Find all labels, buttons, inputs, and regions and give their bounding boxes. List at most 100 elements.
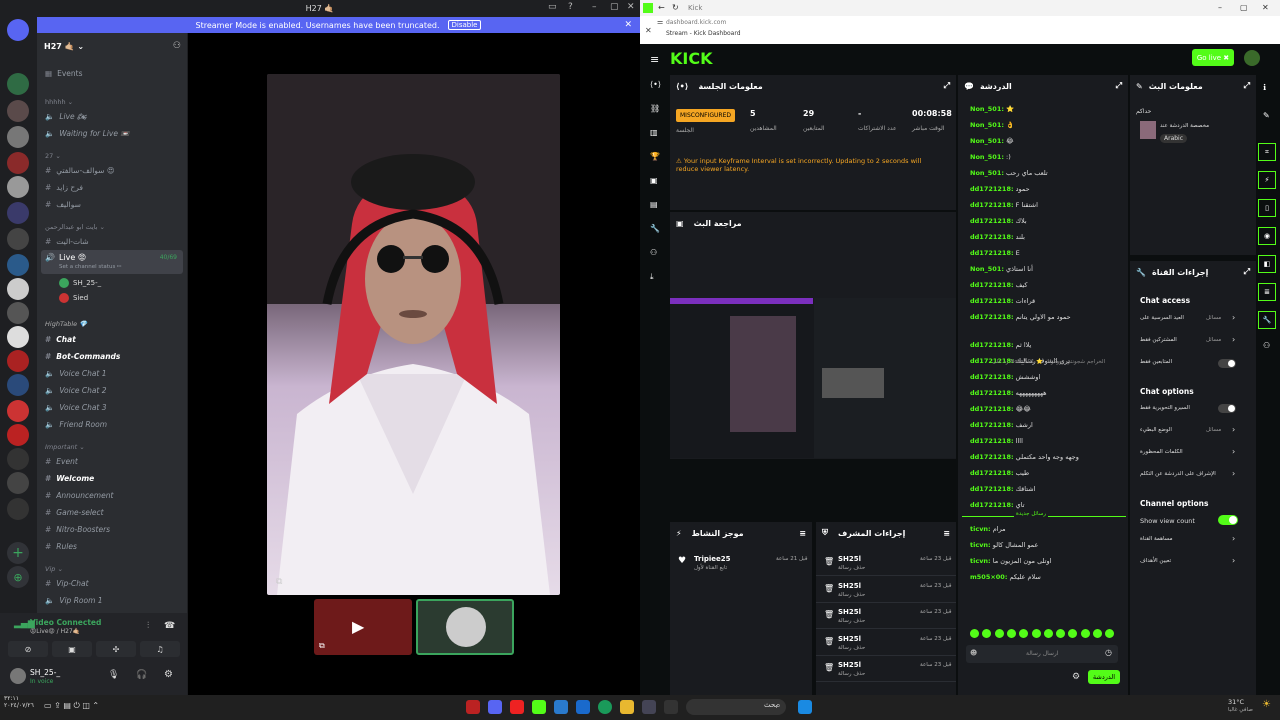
channel-item[interactable]: # Game-select bbox=[45, 508, 104, 517]
setting-row[interactable]: مساهمة القناة › bbox=[1130, 534, 1256, 550]
app-icon[interactable] bbox=[642, 700, 656, 714]
chat-message[interactable]: dd1721218: وجهه وجه واحد مكتملي bbox=[970, 453, 1079, 461]
wrench-icon[interactable]: 🔧 bbox=[1258, 311, 1276, 329]
maximize-icon[interactable]: ▢ bbox=[610, 2, 619, 12]
channel-item[interactable]: # سواليف bbox=[45, 200, 81, 209]
soundboard-button[interactable]: ♫ bbox=[140, 641, 180, 657]
server-icon[interactable] bbox=[7, 472, 29, 494]
close-tab-icon[interactable]: ✕ bbox=[645, 26, 652, 35]
category[interactable]: بايت ابو عبدالرحمن ⌄ bbox=[45, 223, 105, 231]
server-icon[interactable] bbox=[7, 424, 29, 446]
site-settings-icon[interactable]: ⚌ bbox=[657, 18, 663, 26]
users-icon[interactable]: ⚇ bbox=[650, 248, 657, 257]
server-icon[interactable] bbox=[7, 100, 29, 122]
qr-icon[interactable]: ⌗ bbox=[1258, 143, 1276, 161]
chat-icon[interactable]: ◉ bbox=[1258, 227, 1276, 245]
chat-message[interactable]: dd1721218: اشتاقك bbox=[970, 485, 1035, 493]
filter-icon[interactable]: ≡ bbox=[799, 529, 806, 538]
chat-message[interactable]: dd1721218: حمود bbox=[970, 185, 1030, 193]
minimize-icon[interactable]: – bbox=[592, 2, 597, 12]
chat-message[interactable]: dd1721218: بلند bbox=[970, 233, 1025, 241]
category[interactable]: HighTable 💎 bbox=[45, 320, 87, 328]
mod-action-row[interactable]: 🗑 SH25l حذف رسالة قبل 23 ساعة bbox=[816, 605, 956, 629]
channel-item[interactable]: # Bot-Commands bbox=[45, 352, 120, 361]
server-icon[interactable] bbox=[7, 374, 29, 396]
category[interactable]: Vip ⌄ bbox=[45, 565, 63, 573]
tab-title[interactable]: Kick bbox=[688, 4, 702, 12]
settings-icon[interactable]: ⚙ bbox=[164, 669, 173, 680]
chat-message[interactable]: Non_501: 👌 bbox=[970, 121, 1014, 129]
youtube-taskbar-icon[interactable] bbox=[510, 700, 524, 714]
channel-item[interactable]: 🔈 Voice Chat 2 bbox=[45, 386, 107, 395]
maximize-icon[interactable]: ▢ bbox=[1240, 3, 1248, 12]
server-icon[interactable] bbox=[7, 400, 29, 422]
show-view-count-toggle[interactable] bbox=[1218, 515, 1238, 525]
followers-only-toggle[interactable] bbox=[1218, 359, 1236, 368]
server-icon[interactable] bbox=[7, 254, 29, 276]
users-icon[interactable]: ⚇ bbox=[1263, 341, 1270, 350]
noise-suppression-icon[interactable]: ⫶ bbox=[147, 621, 149, 631]
timer-icon[interactable]: ◷ bbox=[1105, 648, 1112, 657]
emote-icon[interactable] bbox=[1105, 629, 1115, 638]
events-item[interactable]: ▦ Events bbox=[45, 69, 83, 78]
cc-icon[interactable]: ▣ bbox=[650, 176, 658, 185]
avatar[interactable] bbox=[10, 668, 26, 684]
go-live-button[interactable]: Go live ✖ bbox=[1192, 49, 1234, 66]
chat-message[interactable]: dd1721218: تاي bbox=[970, 501, 1025, 509]
emote-icon[interactable] bbox=[982, 629, 992, 638]
avatar[interactable] bbox=[1244, 50, 1260, 66]
server-icon[interactable] bbox=[7, 498, 29, 520]
store-taskbar-icon[interactable] bbox=[576, 700, 590, 714]
add-member-icon[interactable]: ⚇ bbox=[173, 41, 181, 51]
chat-message[interactable]: Non_501: 😂 bbox=[970, 137, 1014, 145]
server-icon[interactable] bbox=[7, 448, 29, 470]
chat-message[interactable]: dd1721218: طيب bbox=[970, 469, 1029, 477]
chat-message[interactable]: Non_501: تلعب ماي رحب bbox=[970, 169, 1048, 177]
mod-action-row[interactable]: 🗑 SH25l حذف رسالة قبل 23 ساعة bbox=[816, 658, 956, 682]
channel-item[interactable]: # فرح زايد bbox=[45, 183, 83, 192]
channel-status[interactable]: Set a channel status ✏ bbox=[59, 264, 122, 270]
channel-item[interactable]: 🔈 Friend Room bbox=[45, 420, 107, 429]
emoji-icon[interactable]: ☻ bbox=[970, 649, 977, 657]
help-icon[interactable]: ? bbox=[568, 2, 573, 12]
disable-button[interactable]: Disable bbox=[447, 20, 482, 30]
chat-message[interactable]: dd1721218: ارشف bbox=[970, 421, 1033, 429]
expand-icon[interactable]: ⤢ bbox=[1244, 267, 1250, 277]
user-tile[interactable] bbox=[416, 599, 514, 655]
kick-taskbar-icon[interactable] bbox=[532, 700, 546, 714]
channel-item[interactable]: # Nitro-Boosters bbox=[45, 525, 110, 534]
add-server-icon[interactable]: + bbox=[7, 542, 29, 564]
info-icon[interactable]: ℹ bbox=[1263, 83, 1266, 92]
mod-action-row[interactable]: 🗑 SH25l حذف رسالة قبل 23 ساعة bbox=[816, 632, 956, 656]
chat-message[interactable]: ticvn: عمو المشال كالو bbox=[970, 541, 1038, 549]
emote-icon[interactable] bbox=[1093, 629, 1102, 638]
app-icon[interactable] bbox=[664, 700, 678, 714]
minimize-icon[interactable]: – bbox=[1218, 3, 1222, 12]
pen-icon[interactable]: ✎ bbox=[1263, 111, 1270, 120]
expand-icon[interactable]: ⤢ bbox=[944, 81, 950, 91]
discord-taskbar-icon[interactable] bbox=[488, 700, 502, 714]
chat-message[interactable]: Non_501: :) bbox=[970, 153, 1011, 161]
headphones-icon[interactable]: 🎧 bbox=[136, 670, 147, 680]
edge-taskbar-icon[interactable] bbox=[598, 700, 612, 714]
channel-item[interactable]: 🔈 Waiting for Live 📼 bbox=[45, 129, 130, 138]
chat-message[interactable]: Non_501: ⭐ bbox=[970, 105, 1014, 113]
chat-message[interactable]: ticvn: مرام bbox=[970, 525, 1006, 533]
emote-icon[interactable] bbox=[1056, 629, 1066, 638]
kick-logo[interactable]: KICK bbox=[670, 49, 713, 68]
chat-message[interactable]: dd1721218: اوششش bbox=[970, 373, 1040, 381]
emote-icon[interactable] bbox=[1006, 629, 1016, 638]
chat-message[interactable]: ticvn: اوتلى مون المزيون ما bbox=[970, 557, 1051, 565]
screen-share-button[interactable]: ▣ bbox=[52, 641, 92, 657]
clock-date[interactable]: ٢٠٢٤/٠٧/٢٦ bbox=[4, 702, 34, 709]
camera-feed[interactable]: ⧉ bbox=[267, 74, 560, 595]
emote-icon[interactable] bbox=[994, 629, 1004, 638]
channel-item[interactable]: # سوالف-سالفتي 😍 bbox=[45, 166, 115, 175]
popout-icon[interactable]: ⧉ bbox=[276, 577, 282, 587]
channel-item[interactable]: # Event bbox=[45, 457, 78, 466]
settings-icon[interactable]: ⚙ bbox=[1072, 672, 1080, 682]
chat-message[interactable]: dd1721218: كيف bbox=[970, 281, 1027, 289]
setting-row[interactable]: المتابعين فقط › bbox=[1130, 357, 1256, 373]
server-icon[interactable] bbox=[7, 228, 29, 250]
server-icon[interactable] bbox=[7, 278, 29, 300]
